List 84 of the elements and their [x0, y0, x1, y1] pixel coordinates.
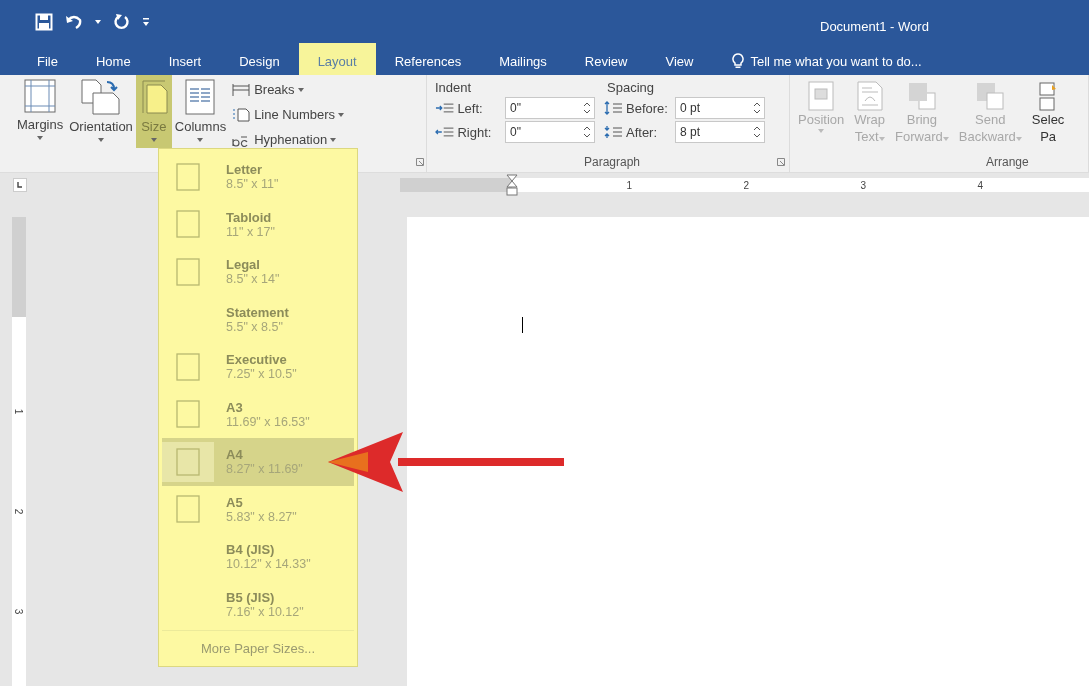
ribbon-tab[interactable]: Design: [220, 43, 299, 75]
group-label: Arrange: [986, 155, 1029, 169]
page-icon: [176, 495, 200, 524]
spin-field[interactable]: 0": [505, 121, 595, 143]
ribbon-button[interactable]: Orientation: [66, 75, 136, 148]
undo-icon[interactable]: [65, 13, 83, 30]
wrap-text-icon: [856, 81, 883, 111]
ribbon-tab[interactable]: File: [18, 43, 77, 75]
ribbon-button[interactable]: Selec Pa: [1029, 81, 1067, 145]
position-icon: [808, 81, 835, 111]
ribbon-command[interactable]: Breaks: [231, 77, 345, 102]
page-icon: [176, 162, 200, 191]
ribbon-tab[interactable]: Insert: [149, 43, 221, 75]
columns-icon: [185, 79, 216, 115]
ribbon-command[interactable]: Hyphenation: [231, 127, 345, 152]
tab-selector-icon[interactable]: [13, 178, 27, 192]
field-label: After:: [626, 124, 659, 140]
caret-icon: [338, 112, 345, 117]
spinner-arrows-icon: [754, 102, 760, 114]
dialog-launcher-icon[interactable]: [777, 158, 785, 166]
spinner-arrows-icon: [584, 126, 590, 138]
lightbulb-icon: [732, 53, 745, 69]
caret-icon[interactable]: [95, 19, 101, 24]
redo-icon[interactable]: [113, 12, 131, 31]
ruler-number: 4: [977, 179, 983, 191]
page-icon: [176, 447, 200, 476]
field-label: Left:: [457, 100, 484, 116]
customize-icon[interactable]: [143, 17, 149, 26]
tell-me-field[interactable]: Tell me what you want to do...: [750, 53, 981, 69]
ruler-number: 2: [13, 508, 25, 515]
ruler-number: 2: [743, 179, 749, 191]
ribbon-tab[interactable]: Review: [565, 43, 647, 75]
ruler-number: 1: [13, 408, 25, 415]
caret-icon: [942, 137, 949, 141]
line-numbers-icon: [231, 107, 252, 122]
ribbon-button[interactable]: Margins: [14, 75, 67, 146]
page-icon: [176, 257, 200, 286]
page-icon: [176, 210, 200, 239]
indent-heading: Indent: [435, 80, 473, 95]
caret-icon: [1015, 137, 1022, 141]
save-icon[interactable]: [35, 12, 53, 31]
ribbon-tab[interactable]: Home: [76, 43, 150, 75]
indent-icon: [435, 102, 455, 114]
caret-icon: [818, 129, 825, 133]
ruler-number: 1: [626, 179, 632, 191]
text-cursor: [522, 317, 523, 333]
spinner-arrows-icon: [584, 102, 590, 114]
caret-icon: [150, 138, 157, 142]
caret-icon: [330, 137, 337, 142]
selection-pane-icon: [1038, 81, 1059, 111]
indent-marker-icon[interactable]: [506, 174, 518, 196]
caret-icon: [297, 87, 304, 92]
spin-field[interactable]: 8 pt: [675, 121, 765, 143]
caret-icon: [98, 138, 105, 142]
window-title: Document1 - Word: [820, 19, 929, 34]
breaks-icon: [231, 82, 252, 97]
field-label: Before:: [626, 100, 669, 116]
spinner-arrows-icon: [754, 126, 760, 138]
ribbon-tab[interactable]: Mailings: [480, 43, 566, 75]
indent-icon: [435, 126, 455, 138]
ribbon-button[interactable]: Columns: [171, 75, 230, 148]
field-label: Right:: [457, 124, 493, 140]
caret-icon: [878, 137, 885, 141]
dialog-launcher-icon[interactable]: [416, 158, 424, 166]
spacing-icon: [603, 125, 623, 139]
caret-icon: [37, 136, 44, 140]
layers-icon: [906, 81, 937, 111]
page-icon: [176, 400, 200, 429]
ruler-number: 3: [13, 608, 25, 615]
ribbon-tab[interactable]: Layout: [298, 43, 376, 75]
group-label: Paragraph: [583, 155, 640, 169]
ribbon-tab[interactable]: View: [646, 43, 713, 75]
ribbon-command[interactable]: Line Numbers: [231, 102, 345, 127]
spacing-heading: Spacing: [606, 80, 655, 95]
spin-field[interactable]: 0 pt: [675, 97, 765, 119]
pages-icon: [81, 79, 122, 115]
ribbon-tab[interactable]: References: [375, 43, 481, 75]
layers-icon: [975, 81, 1006, 111]
margins-icon: [24, 79, 57, 113]
ruler-number: 3: [860, 179, 866, 191]
spacing-icon: [603, 101, 623, 115]
caret-icon: [197, 138, 204, 142]
spin-field[interactable]: 0": [505, 97, 595, 119]
page-icon: [176, 352, 200, 381]
